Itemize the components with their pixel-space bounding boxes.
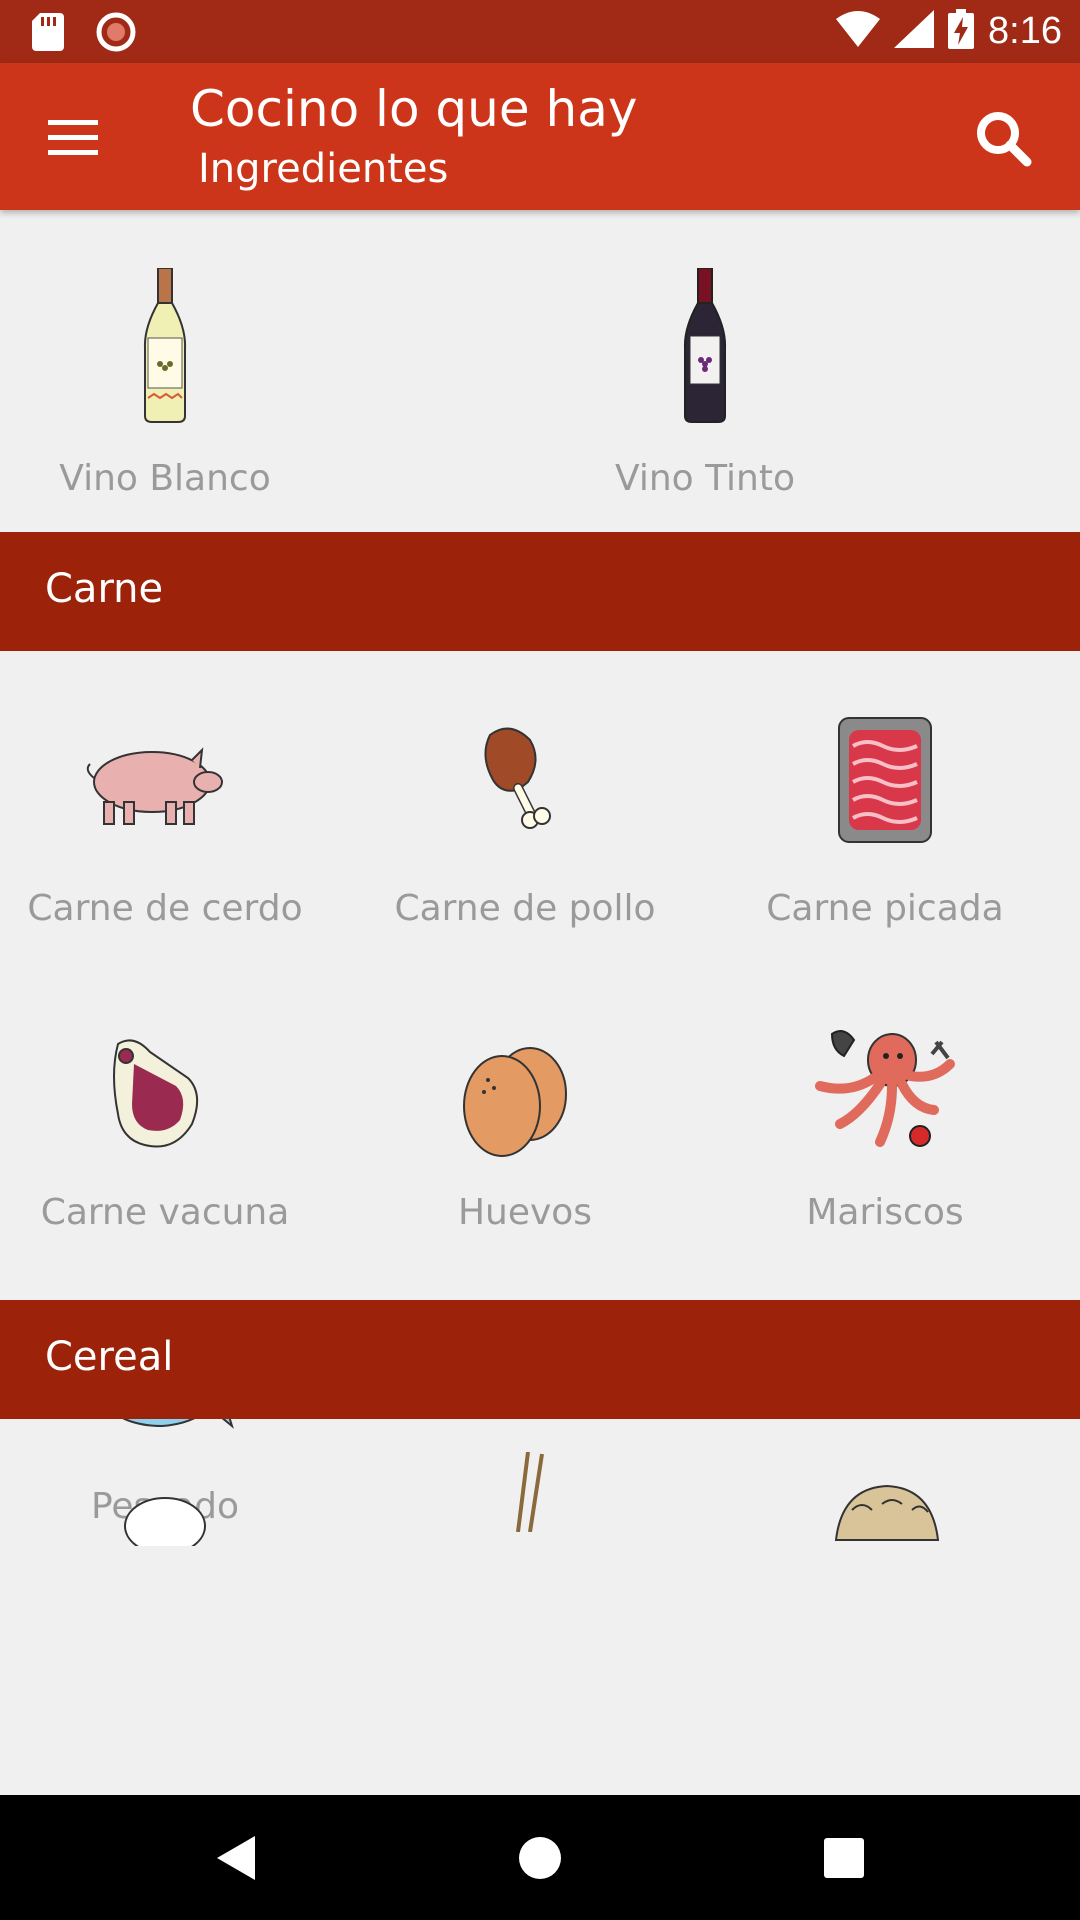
rice-bowl-icon (120, 1486, 210, 1555)
ingredient-label: Carne de pollo (394, 888, 656, 929)
beef-steak-icon (104, 1034, 204, 1158)
octopus-seafood-icon (810, 1024, 960, 1158)
chicken-leg-icon (470, 720, 570, 844)
ingredient-item-mariscos[interactable]: Mariscos (720, 1000, 1050, 1300)
ingredient-item-huevos[interactable]: Huevos (360, 1000, 690, 1300)
section-title: Carne (45, 566, 164, 612)
bread-icon (832, 1480, 942, 1564)
ingredient-item-vino-tinto[interactable]: Vino Tinto (540, 210, 870, 530)
hamburger-menu-icon[interactable] (38, 103, 108, 173)
ingredient-label: Vino Tinto (615, 458, 795, 499)
home-icon[interactable] (505, 1823, 575, 1893)
search-icon[interactable] (966, 101, 1040, 175)
ingredient-item-carne-de-cerdo[interactable]: Carne de cerdo (0, 690, 330, 990)
section-title: Cereal (45, 1334, 174, 1380)
ingredient-item-cereal-3[interactable] (720, 1460, 1050, 1760)
navigation-bar (0, 1795, 1080, 1920)
white-wine-bottle-icon (140, 267, 190, 427)
pig-icon (80, 740, 230, 834)
clock-time: 8:16 (988, 10, 1062, 52)
app-title: Cocino lo que hay (190, 80, 638, 138)
app-bar: Cocino lo que hay Ingredientes (0, 63, 1080, 210)
status-bar: 8:16 (0, 0, 1080, 63)
chopsticks-icon (510, 1451, 550, 1536)
ingredient-item-carne-vacuna[interactable]: Carne vacuna (0, 1000, 330, 1300)
ingredient-item-carne-picada[interactable]: Carne picada (720, 690, 1050, 990)
wifi-icon (836, 11, 881, 51)
ingredient-item-vino-blanco[interactable]: Vino Blanco (0, 210, 330, 530)
section-header-carne: Carne (0, 532, 1080, 651)
ingredient-label: Huevos (457, 1192, 593, 1233)
recording-icon (96, 12, 136, 52)
ingredient-item-cereal-1[interactable] (0, 1460, 330, 1760)
section-header-cereal: Cereal (0, 1300, 1080, 1419)
ingredient-label: Carne de cerdo (27, 888, 303, 929)
ingredient-item-carne-de-pollo[interactable]: Carne de pollo (360, 690, 690, 990)
ingredient-label: Carne picada (766, 888, 1004, 929)
app-subtitle: Ingredientes (198, 146, 449, 192)
eggs-icon (458, 1040, 582, 1164)
ingredient-label: Carne vacuna (40, 1192, 290, 1233)
sd-card-icon (32, 13, 64, 51)
ground-meat-icon (837, 716, 933, 848)
ingredient-item-cereal-2[interactable] (360, 1451, 690, 1760)
ingredient-label: Mariscos (806, 1192, 964, 1233)
red-wine-bottle-icon (680, 267, 730, 427)
back-icon[interactable] (200, 1823, 270, 1893)
ingredient-label: Vino Blanco (59, 458, 271, 499)
battery-charging-icon (948, 9, 975, 53)
ingredient-list[interactable]: Vino Blanco Vino Tinto Carne Carne de ce… (0, 210, 1080, 1795)
recents-icon[interactable] (809, 1823, 879, 1893)
signal-icon (894, 10, 935, 52)
